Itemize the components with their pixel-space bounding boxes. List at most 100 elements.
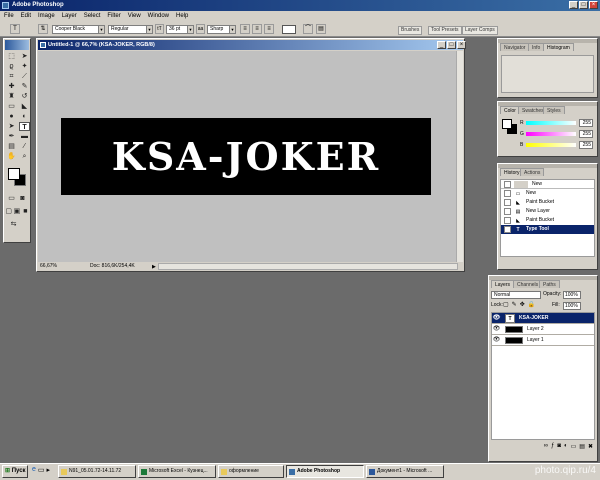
character-palette-icon[interactable]: ▤ [316,24,326,34]
layer-row[interactable]: 👁 Layer 1 [492,335,594,346]
hand-icon[interactable]: ✋ [6,152,17,161]
start-button[interactable]: ⊞ Пуск [2,465,28,478]
lasso-icon[interactable]: ϱ [6,62,17,71]
green-slider[interactable] [526,131,576,136]
tab-brushes[interactable]: Brushes [398,26,423,35]
channel-value[interactable]: 255 [579,118,593,127]
screen-mode-full-icon[interactable]: ■ [22,207,29,216]
marquee-icon[interactable]: ⬚ [6,52,17,61]
screen-mode-standard-icon[interactable]: ▢ [5,207,12,216]
eye-icon[interactable]: 👁 [492,324,501,335]
blend-mode-select[interactable]: Normal [491,291,541,299]
history-item-selected[interactable]: T Type Tool [501,225,594,234]
text-layer-content[interactable]: KSA-JOKER [61,118,431,195]
history-item[interactable]: ▭ New [501,189,594,198]
maximize-icon[interactable]: □ [579,1,588,9]
taskbar-item[interactable]: N91_05.01.72-14.11.72 [58,465,136,478]
eyedropper-icon[interactable]: ⁄ [19,142,30,151]
path-selection-icon[interactable]: ➤ [6,122,17,131]
tab-paths[interactable]: Paths [539,280,560,288]
close-icon[interactable]: × [457,41,466,49]
antialias-select[interactable]: Sharp ▼ [207,25,236,34]
tab-styles[interactable]: Styles [543,106,565,114]
tab-info[interactable]: Info [528,43,545,51]
magic-wand-icon[interactable]: ✦ [19,62,30,71]
align-right-icon[interactable]: ≡ [264,24,274,34]
vertical-scrollbar[interactable] [456,51,463,262]
fill-input[interactable]: 100% [563,302,581,310]
layer-row-selected[interactable]: 👁 T KSA-JOKER [492,313,594,324]
red-slider[interactable] [526,120,576,125]
tab-navigator[interactable]: Navigator [500,43,530,51]
history-source-box[interactable] [504,208,511,215]
menu-view[interactable]: View [128,11,141,21]
font-style-select[interactable]: Regular ▼ [108,25,153,34]
history-source-box[interactable] [504,199,511,206]
history-source-box[interactable] [504,190,511,197]
close-icon[interactable]: × [589,1,598,9]
tab-color[interactable]: Color [500,106,520,114]
horizontal-scrollbar[interactable] [158,263,458,270]
tab-layers[interactable]: Layers [491,280,515,288]
opacity-input[interactable]: 100% [563,291,581,299]
warp-text-icon[interactable]: ⌒ [303,24,313,34]
maximize-icon[interactable]: □ [447,41,456,49]
text-color-swatch[interactable] [282,25,296,34]
zoom-icon[interactable]: ⌕ [19,152,30,161]
screen-mode-full-menu-icon[interactable]: ▣ [13,207,21,216]
crop-icon[interactable]: ⌗ [6,72,17,81]
menu-window[interactable]: Window [148,11,169,21]
mask-icon[interactable]: ◙ [557,443,561,450]
dodge-icon[interactable]: ◐ [19,112,30,121]
clone-stamp-icon[interactable]: ♜ [6,92,17,101]
align-center-icon[interactable]: ≡ [252,24,262,34]
shape-icon[interactable]: ▬ [19,132,30,141]
chevron-right-icon[interactable]: ▶ [152,263,157,270]
taskbar-item[interactable]: Microsoft Excel - Кузнец... [138,465,216,478]
taskbar-item-active[interactable]: Adobe Photoshop [286,465,364,478]
slice-icon[interactable]: ⟋ [19,72,30,81]
move-icon[interactable]: ➤ [19,52,30,61]
link-icon[interactable]: ∞ [544,443,548,450]
text-orientation-icon[interactable]: ⇅ [38,24,48,34]
tab-layer-comps[interactable]: Layer Comps [462,26,498,35]
snapshot-source-box[interactable] [504,180,511,188]
menu-edit[interactable]: Edit [21,11,31,21]
tab-tool-presets[interactable]: Tool Presets [428,26,462,35]
font-family-select[interactable]: Cooper Black ▼ [52,25,105,34]
zoom-level[interactable]: 66,67% [40,262,57,271]
menu-select[interactable]: Select [84,11,101,21]
history-item[interactable]: ◣ Paint Bucket [501,216,594,225]
foreground-color[interactable] [8,168,20,180]
desktop-icon[interactable]: ▭ [38,466,45,474]
taskbar-item[interactable]: Документ1 - Microsoft ... [366,465,444,478]
eye-icon[interactable]: 👁 [492,335,501,346]
font-size-select[interactable]: 36 pt ▼ [166,25,194,34]
brush-icon[interactable]: ✎ [19,82,30,91]
color-foreground[interactable] [502,119,512,129]
tab-actions[interactable]: Actions [520,168,545,176]
history-item[interactable]: ▤ New Layer [501,207,594,216]
blue-slider[interactable] [526,142,576,147]
history-snapshot[interactable]: New [501,180,594,189]
healing-brush-icon[interactable]: ✚ [6,82,17,91]
quick-mask-icon[interactable]: ◙ [18,194,27,203]
paint-bucket-icon[interactable]: ◣ [19,102,30,111]
menu-image[interactable]: Image [38,11,55,21]
align-left-icon[interactable]: ≡ [240,24,250,34]
standard-mode-icon[interactable]: ▭ [7,194,16,203]
blur-icon[interactable]: ● [6,112,17,121]
lock-icons[interactable]: ▢✎✥🔒 [503,301,538,308]
menu-file[interactable]: File [4,11,14,21]
tab-channels[interactable]: Channels [513,280,543,288]
history-brush-icon[interactable]: ↺ [19,92,30,101]
minimize-icon[interactable]: _ [569,1,578,9]
taskbar-item[interactable]: оформление [218,465,284,478]
notes-icon[interactable]: ▤ [6,142,17,151]
imageready-icon[interactable]: ⇆ [8,220,19,229]
menu-filter[interactable]: Filter [107,11,120,21]
history-source-box[interactable] [504,217,511,224]
minimize-icon[interactable]: _ [437,41,446,49]
eraser-icon[interactable]: ▭ [6,102,17,111]
history-source-box[interactable] [504,226,511,233]
